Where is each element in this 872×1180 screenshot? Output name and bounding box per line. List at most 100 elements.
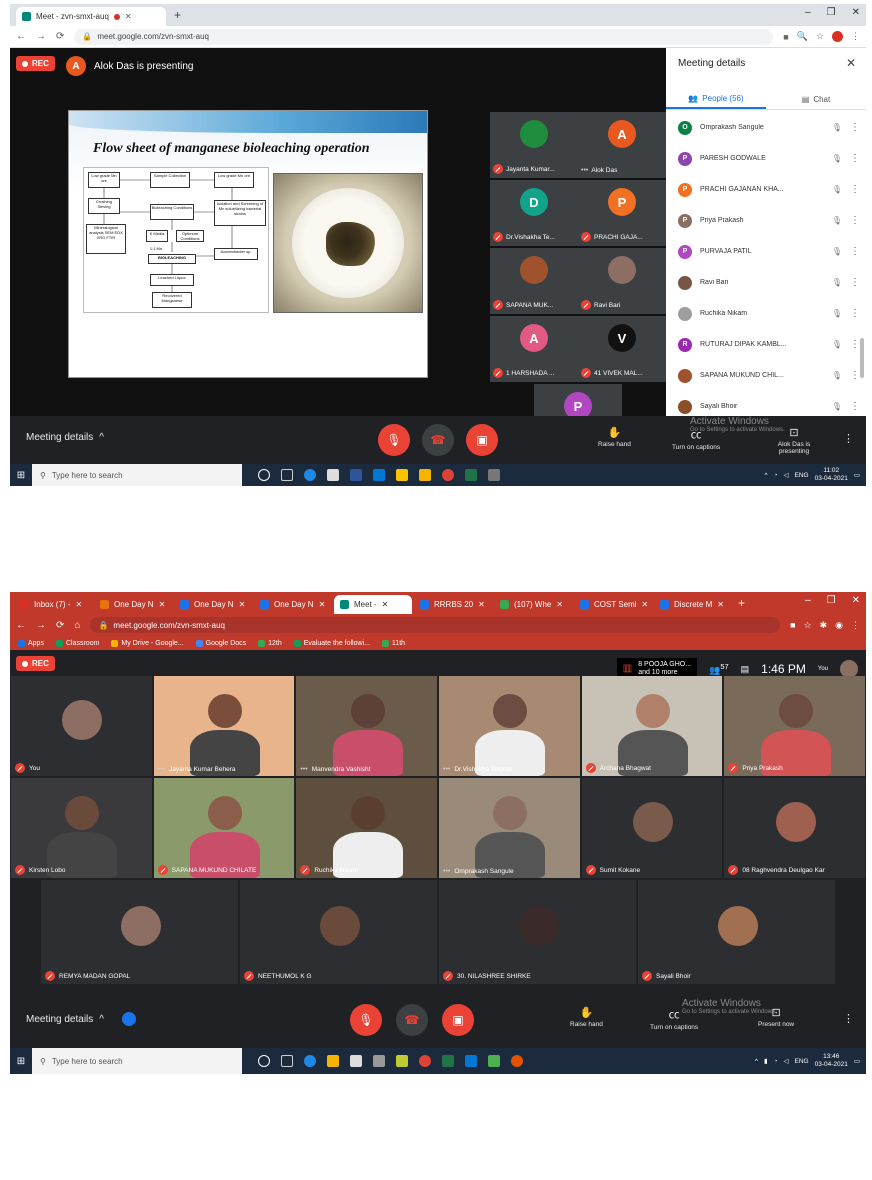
profile-avatar[interactable]	[832, 31, 843, 42]
participant-tile[interactable]: Kirsten Lobo	[11, 778, 152, 878]
mic-off-button[interactable]: 🎙	[378, 424, 410, 456]
meeting-details-button[interactable]: Meeting details ^	[26, 432, 104, 443]
participant-tile[interactable]: A 1 HARSHADA ...	[490, 316, 578, 382]
participant-tile[interactable]: Ruchika Nikam	[296, 778, 437, 878]
participant-tile[interactable]: Priya Prakash	[724, 676, 865, 776]
close-tab-icon[interactable]: ✕	[239, 600, 246, 609]
extensions-icon[interactable]: ✱	[820, 620, 828, 631]
file-explorer-icon[interactable]	[419, 469, 431, 481]
more-actions-icon[interactable]: ⋮	[850, 401, 860, 412]
more-actions-icon[interactable]: ⋮	[850, 277, 860, 288]
new-tab-icon[interactable]: +	[174, 8, 181, 22]
store-icon[interactable]	[350, 1055, 362, 1067]
bookmark-item[interactable]: My Drive - Google...	[111, 639, 184, 647]
chrome-icon[interactable]	[419, 1055, 431, 1067]
people-list-item[interactable]: P Priya Prakash 🎙 ⋮	[666, 205, 866, 236]
participant-tile[interactable]: SAPANA MUKUND CHILATE	[153, 778, 295, 878]
more-options-icon[interactable]: ⋮	[843, 1012, 854, 1025]
people-list-item[interactable]: R RUTURAJ DIPAK KAMBL... 🎙 ⋮	[666, 329, 866, 360]
raise-hand-button[interactable]: ✋ Raise hand	[598, 426, 631, 448]
raise-hand-button[interactable]: ✋ Raise hand	[570, 1006, 603, 1028]
new-tab-icon[interactable]: +	[738, 596, 745, 610]
more-actions-icon[interactable]: ⋮	[850, 184, 860, 195]
star-icon[interactable]: ☆	[816, 31, 824, 42]
menu-kebab-icon[interactable]: ⋮	[851, 620, 860, 631]
more-actions-icon[interactable]: ⋮	[850, 246, 860, 257]
excel-icon[interactable]	[442, 1055, 454, 1067]
people-list-item[interactable]: SAPANA MUKUND CHIL... 🎙 ⋮	[666, 360, 866, 391]
bookmark-item[interactable]: 12th	[258, 639, 282, 647]
minimize-icon[interactable]: –	[805, 595, 811, 606]
people-list-item[interactable]: P PARESH GODWALE 🎙 ⋮	[666, 143, 866, 174]
more-options-icon[interactable]: ⋮	[843, 432, 854, 445]
browser-tab[interactable]: One Day N ✕	[94, 595, 172, 614]
browser-tab[interactable]: (107) Whe ✕	[494, 595, 572, 614]
back-icon[interactable]: ←	[16, 620, 26, 631]
task-view-icon[interactable]	[281, 1055, 293, 1067]
mail-icon[interactable]	[465, 1055, 477, 1067]
zoom-icon[interactable]: 🔍	[797, 31, 808, 42]
notifications-icon[interactable]: ▭	[854, 471, 860, 479]
participant-tile[interactable]: ••• Jayanta Kumar Behera	[153, 676, 295, 776]
shield-icon[interactable]	[121, 1012, 136, 1026]
meeting-details-button[interactable]: Meeting details ^	[26, 1012, 136, 1026]
people-list-item[interactable]: Ravi Bari 🎙 ⋮	[666, 267, 866, 298]
people-list-item[interactable]: P PRACHI GAJANAN KHA... 🎙 ⋮	[666, 174, 866, 205]
browser-tab[interactable]: One Day N ✕	[174, 595, 252, 614]
profile-avatar[interactable]: ◉	[835, 620, 843, 631]
people-scrollbar[interactable]	[860, 338, 864, 378]
participant-tile[interactable]: NEETHUMOL K G	[240, 880, 437, 984]
language-indicator[interactable]: ENG	[795, 1058, 809, 1065]
taskbar-search[interactable]: ⚲ Type here to search	[32, 1048, 242, 1074]
browser-tab[interactable]: Meet - ✕	[334, 595, 412, 614]
participant-tile[interactable]: You	[11, 676, 152, 776]
cortana-icon[interactable]	[258, 469, 270, 481]
browser-tab-meet[interactable]: Meet - zvn-smxt-auq ✕	[16, 7, 166, 26]
browser-tab[interactable]: RRRBS 20 ✕	[414, 595, 492, 614]
camera-off-button[interactable]: ▣	[442, 1004, 474, 1036]
participant-tile[interactable]: Sumit Kokane	[581, 778, 723, 878]
wifi-icon[interactable]: ◔	[774, 1058, 778, 1065]
browser-tab[interactable]: Discrete M ✕	[654, 595, 732, 614]
notifications-icon[interactable]: ▭	[854, 1057, 860, 1065]
clock[interactable]: 13:46 03-04-2021	[815, 1053, 848, 1069]
task-view-icon[interactable]	[281, 469, 293, 481]
more-actions-icon[interactable]: ⋮	[850, 215, 860, 226]
leave-call-button[interactable]: ☎	[422, 424, 454, 456]
more-actions-icon[interactable]: ⋮	[850, 122, 860, 133]
bookmark-item[interactable]: Apps	[18, 639, 44, 647]
chrome-icon[interactable]	[442, 469, 454, 481]
mail-icon[interactable]	[373, 469, 385, 481]
more-actions-icon[interactable]: ⋮	[850, 153, 860, 164]
windows-start-icon[interactable]: ⊞	[10, 464, 32, 486]
participant-tile[interactable]: ••• Omprakash Sangule	[439, 778, 580, 878]
close-panel-icon[interactable]: ✕	[846, 56, 856, 70]
language-indicator[interactable]: ENG	[795, 472, 809, 479]
mic-off-button[interactable]: 🎙	[350, 1004, 382, 1036]
tab-people[interactable]: 👥 People (56)	[666, 90, 766, 109]
more-actions-icon[interactable]: ⋮	[850, 308, 860, 319]
tab-chat[interactable]: ▤ Chat	[766, 90, 866, 109]
more-actions-icon[interactable]: ⋮	[850, 370, 860, 381]
participant-tile[interactable]: 30. NILASHREE SHIRKE	[439, 880, 636, 984]
tray-chevron-icon[interactable]: ^	[755, 1058, 758, 1065]
edge-icon[interactable]	[304, 1055, 316, 1067]
browser-tab[interactable]: COST Semi ✕	[574, 595, 652, 614]
excel-icon[interactable]	[465, 469, 477, 481]
participant-tile[interactable]: Ravi Bari	[578, 248, 666, 314]
forward-icon[interactable]: →	[36, 620, 46, 631]
star-icon[interactable]: ☆	[804, 620, 812, 631]
taskbar-search[interactable]: ⚲ Type here to search	[32, 464, 242, 486]
close-window-icon[interactable]: ✕	[852, 595, 860, 606]
app-icon[interactable]	[396, 1055, 408, 1067]
participant-tile[interactable]: Archana Bhagwat	[581, 676, 723, 776]
app-icon[interactable]	[488, 1055, 500, 1067]
participant-tile[interactable]: REMYA MADAN GOPAL	[41, 880, 238, 984]
people-list-item[interactable]: P PURVAJA PATIL 🎙 ⋮	[666, 236, 866, 267]
volume-icon[interactable]: ◁	[784, 1057, 789, 1065]
battery-icon[interactable]: ▮	[764, 1057, 768, 1065]
file-explorer-icon[interactable]	[327, 1055, 339, 1067]
home-icon[interactable]: ⌂	[74, 620, 80, 631]
app-icon[interactable]	[511, 1055, 523, 1067]
browser-tab[interactable]: Inbox (7) - ✕	[14, 595, 92, 614]
